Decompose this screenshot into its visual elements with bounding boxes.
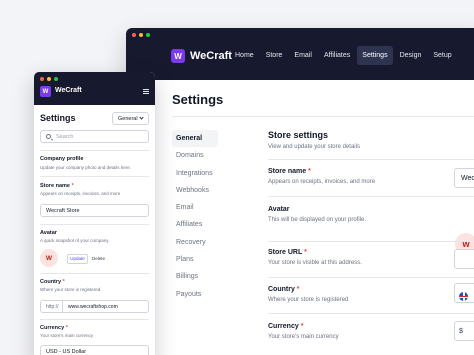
maximize-window-dot[interactable] xyxy=(146,33,150,37)
divider xyxy=(40,150,149,151)
country-label: Country * xyxy=(40,279,65,285)
currency-help: Your store's main currency xyxy=(40,333,93,338)
store-name-help: Appears on receipts, invoices, and more xyxy=(40,191,121,196)
section-title: Store settings xyxy=(268,130,329,140)
currency-label: Currency * xyxy=(268,323,304,330)
desktop-header: W WeCraft Home Store Email Affiliates Se… xyxy=(126,28,474,80)
store-name-help: Appears on receipts, invoices, and more xyxy=(268,179,376,185)
row-divider xyxy=(268,277,474,278)
window-controls xyxy=(132,33,150,37)
row-divider xyxy=(268,313,474,314)
uk-flag-icon xyxy=(459,292,468,301)
nav-affiliates[interactable]: Affiliates xyxy=(319,46,355,65)
divider xyxy=(40,319,149,320)
nav-home[interactable]: Home xyxy=(230,46,259,65)
mobile-window: W WeCraft Settings General Search Compan… xyxy=(34,72,155,355)
currency-select[interactable] xyxy=(454,321,474,341)
desktop-window: W WeCraft Home Store Email Affiliates Se… xyxy=(126,28,474,355)
country-help: Where your store is registered. xyxy=(40,287,102,292)
row-divider xyxy=(268,196,474,197)
currency-label: Currency * xyxy=(40,325,68,331)
nav-settings[interactable]: Settings xyxy=(357,46,393,65)
nav-design[interactable]: Design xyxy=(395,46,427,65)
subnav-affiliates[interactable]: Affiliates xyxy=(172,216,218,233)
minimize-window-dot[interactable] xyxy=(139,33,143,37)
divider xyxy=(40,273,149,274)
subnav-billings[interactable]: Billings xyxy=(172,268,218,285)
brand-name[interactable]: WeCraft xyxy=(190,49,232,63)
minimize-window-dot[interactable] xyxy=(47,77,51,81)
section-subtitle: View and update your store details xyxy=(268,144,360,150)
store-name-label: Store name * xyxy=(40,183,74,189)
store-url-help: Your store is visible at this address. xyxy=(268,260,362,266)
subnav-email[interactable]: Email xyxy=(172,199,218,216)
search-icon xyxy=(46,134,51,139)
subnav-webhooks[interactable]: Webhooks xyxy=(172,182,218,199)
subnav-integrations[interactable]: Integrations xyxy=(172,165,218,182)
page-title: Settings xyxy=(40,113,76,123)
company-profile-subtitle: Update your company photo and details he… xyxy=(40,165,132,170)
logo-icon[interactable]: W xyxy=(171,49,185,63)
divider xyxy=(40,176,149,177)
divider xyxy=(40,224,149,225)
company-profile-title: Company profile xyxy=(40,156,84,162)
store-url-label: Store URL * xyxy=(268,249,307,256)
store-url-input[interactable] xyxy=(454,249,474,269)
hamburger-menu-icon[interactable] xyxy=(143,89,149,94)
subnav-general[interactable]: General xyxy=(172,130,218,148)
nav-email[interactable]: Email xyxy=(289,46,317,65)
currency-help: Your store's main currency xyxy=(268,334,339,340)
currency-symbol: $ xyxy=(459,328,463,335)
top-nav: Home Store Email Affiliates Settings Des… xyxy=(230,46,457,65)
currency-select[interactable]: USD - US Dollar xyxy=(40,345,149,355)
nav-store[interactable]: Store xyxy=(261,46,288,65)
nav-setup[interactable]: Setup xyxy=(428,46,456,65)
brand-name[interactable]: WeCraft xyxy=(55,87,82,94)
row-divider xyxy=(268,241,474,242)
logo-icon[interactable]: W xyxy=(40,86,51,97)
mobile-header: W WeCraft xyxy=(34,72,155,105)
title-divider xyxy=(172,116,474,117)
subnav-plans[interactable]: Plans xyxy=(172,251,218,268)
search-input[interactable]: Search xyxy=(40,130,149,143)
section-divider xyxy=(268,159,474,160)
section-select[interactable]: General xyxy=(112,112,149,125)
subnav-recovery[interactable]: Recovery xyxy=(172,234,218,251)
maximize-window-dot[interactable] xyxy=(54,77,58,81)
store-name-input[interactable]: Wecraft Store xyxy=(40,204,149,217)
store-settings-header: Store settings View and update your stor… xyxy=(268,130,360,150)
store-name-label: Store name * xyxy=(268,168,311,175)
chevron-down-icon xyxy=(139,115,144,120)
subnav-domains[interactable]: Domains xyxy=(172,147,218,164)
delete-avatar-button[interactable]: Delete xyxy=(92,254,105,264)
avatar[interactable]: W xyxy=(40,249,58,267)
avatar-label: Avatar xyxy=(40,230,57,236)
close-window-dot[interactable] xyxy=(132,33,136,37)
store-name-input[interactable]: Wec xyxy=(454,168,474,188)
close-window-dot[interactable] xyxy=(40,77,44,81)
avatar-help: This will be displayed on your profile. xyxy=(268,217,367,223)
page-title: Settings xyxy=(172,92,224,107)
subnav-payouts[interactable]: Payouts xyxy=(172,286,218,303)
country-label: Country * xyxy=(268,286,300,293)
avatar-help: A quick snapshot of your company. xyxy=(40,238,110,243)
settings-subnav: General Domains Integrations Webhooks Em… xyxy=(172,130,218,303)
url-prefix: http:// xyxy=(40,300,63,313)
window-controls xyxy=(40,77,58,81)
website-url-input[interactable]: www.wecraftshop.com xyxy=(62,300,149,313)
update-avatar-button[interactable]: Update xyxy=(67,254,88,264)
country-help: Where your store is registered xyxy=(268,297,349,303)
avatar-label: Avatar xyxy=(268,206,290,213)
